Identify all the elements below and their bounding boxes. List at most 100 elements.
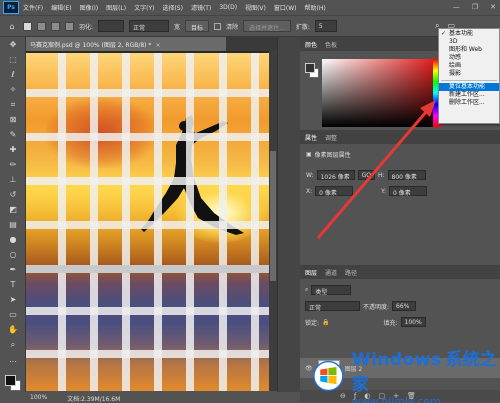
document-tab-bar: 马赛克案例.psd @ 100% (图层 2, RGB/8) * ×	[26, 37, 296, 51]
subtract-selection-icon[interactable]	[51, 21, 60, 31]
blend-row: 正常 不透明度: 66%	[305, 301, 417, 312]
menu-file[interactable]: 文件(F)	[23, 3, 43, 12]
new-workspace-item[interactable]: 新建工作区...	[439, 91, 499, 99]
watermark-url: www.bjjmlv.com	[351, 394, 441, 403]
close-tab-icon[interactable]: ×	[155, 42, 160, 49]
document-tab[interactable]: 马赛克案例.psd @ 100% (图层 2, RGB/8) * ×	[26, 37, 226, 51]
tab-paths[interactable]: 路径	[345, 268, 357, 277]
menu-filter[interactable]: 滤镜(T)	[191, 3, 211, 12]
more-tools-icon[interactable]: …	[0, 352, 26, 367]
menu-3d[interactable]: 3D(D)	[219, 4, 237, 11]
zoom-level[interactable]: 100%	[30, 394, 47, 401]
feather-input[interactable]	[98, 20, 125, 32]
visibility-eye-icon[interactable]: 👁	[305, 365, 313, 372]
blend-mode-select[interactable]: 正常	[305, 301, 360, 312]
scrollbar-thumb[interactable]	[270, 151, 276, 281]
panel-fg-swatch[interactable]	[305, 63, 315, 73]
maximize-button[interactable]: ❐	[472, 3, 478, 11]
eraser-tool-icon[interactable]: ◩	[0, 202, 26, 217]
tab-channels[interactable]: 通道	[325, 268, 337, 277]
move-tool-icon[interactable]: ✥	[0, 37, 26, 52]
y-field[interactable]: 0 像素	[389, 186, 428, 197]
vertical-scrollbar[interactable]	[269, 51, 277, 391]
x-field[interactable]: 0 像素	[315, 186, 354, 197]
filter-search-icon: ⌕	[305, 286, 309, 293]
path-select-tool-icon[interactable]: ➤	[0, 292, 26, 307]
workspace-item-essentials[interactable]: 基本功能	[439, 30, 499, 38]
brush-tool-icon[interactable]: ✏	[0, 157, 26, 172]
lock-row: 锁定: 🔒 填充: 100%	[305, 317, 426, 327]
intersect-selection-icon[interactable]	[65, 21, 74, 31]
grid-line	[26, 89, 269, 97]
workspace-item-painting[interactable]: 绘画	[439, 62, 499, 70]
magic-wand-tool-icon[interactable]: ✧	[0, 82, 26, 97]
foreground-color-swatch[interactable]	[5, 375, 16, 386]
fill-field[interactable]: 100%	[400, 317, 426, 327]
grid-line	[26, 177, 269, 185]
lasso-tool-icon[interactable]: ℓ	[0, 67, 26, 82]
grid-line	[26, 307, 269, 315]
type-tool-icon[interactable]: T	[0, 277, 26, 292]
link-icon[interactable]: GO	[357, 170, 375, 180]
grid-line	[26, 265, 269, 273]
workspace-item-graphics-web[interactable]: 图形和 Web	[439, 46, 499, 54]
workspace-item-photography[interactable]: 摄影	[439, 70, 499, 78]
delete-workspace-item[interactable]: 删除工作区...	[439, 99, 499, 107]
blur-tool-icon[interactable]: ●	[0, 232, 26, 247]
menu-bar: Ps 文件(F) 编辑(E) 图像(I) 图层(L) 文字(Y) 选择(S) 滤…	[0, 0, 500, 15]
gradient-tool-icon[interactable]: ▤	[0, 217, 26, 232]
menu-separator	[441, 80, 497, 81]
new-selection-icon[interactable]	[23, 21, 32, 31]
close-button[interactable]: ✕	[490, 3, 496, 11]
zoom-tool-icon[interactable]: ⌕	[0, 337, 26, 352]
heal-tool-icon[interactable]: ✚	[0, 142, 26, 157]
clear-checkbox[interactable]	[214, 22, 222, 30]
menu-image[interactable]: 图像(I)	[80, 3, 98, 12]
workspace-item-3d[interactable]: 3D	[439, 38, 499, 46]
select-mask-button[interactable]: 选择并遮住...	[243, 20, 291, 32]
frame-tool-icon[interactable]: ⊠	[0, 112, 26, 127]
watermark-title: Windows	[351, 349, 442, 370]
properties-panel: 属性 调整 ▣ 像素图层属性 W: 1026 像素 GO H: 800 像素 X…	[300, 130, 500, 265]
crop-tool-icon[interactable]: ⌗	[0, 97, 26, 112]
menu-type[interactable]: 文字(Y)	[134, 3, 154, 12]
stamp-tool-icon[interactable]: ⊥	[0, 172, 26, 187]
grid-line	[26, 133, 269, 141]
color-picker-field[interactable]	[322, 59, 440, 127]
eyedropper-tool-icon[interactable]: ✎	[0, 127, 26, 142]
tab-adjustments[interactable]: 调整	[325, 133, 337, 142]
menu-layer[interactable]: 图层(L)	[106, 3, 126, 12]
home-icon[interactable]: ⌂	[6, 20, 18, 32]
menu-view[interactable]: 视图(V)	[245, 3, 266, 12]
pen-tool-icon[interactable]: ✒	[0, 262, 26, 277]
tab-properties[interactable]: 属性	[305, 133, 317, 142]
doc-size: 文档:2.39M/16.6M	[67, 396, 121, 403]
lock-icon[interactable]: 🔒	[322, 319, 329, 326]
dodge-tool-icon[interactable]: ○	[0, 247, 26, 262]
window-controls: — ❐ ✕	[453, 3, 496, 11]
hand-tool-icon[interactable]: ✋	[0, 322, 26, 337]
tab-layers[interactable]: 图层	[305, 268, 317, 277]
opacity-label: 不透明度:	[363, 303, 390, 311]
tab-color[interactable]: 颜色	[305, 40, 317, 49]
menu-window[interactable]: 窗口(W)	[274, 3, 297, 12]
menu-help[interactable]: 帮助(H)	[305, 3, 326, 12]
layer-filter-select[interactable]: 类型	[311, 285, 352, 296]
menu-select[interactable]: 选择(S)	[162, 3, 183, 12]
expand-select[interactable]: 5	[314, 20, 337, 32]
canvas-area[interactable]	[26, 51, 269, 391]
flip-button[interactable]: 目标	[185, 20, 210, 32]
menu-edit[interactable]: 编辑(E)	[51, 3, 71, 12]
tab-swatches[interactable]: 色板	[325, 40, 337, 49]
opacity-field[interactable]: 66%	[392, 301, 417, 311]
reset-workspace-item[interactable]: 复位基本功能	[439, 83, 499, 91]
workspace-item-motion[interactable]: 动感	[439, 54, 499, 62]
width-field[interactable]: 1026 像素	[316, 170, 355, 181]
shape-tool-icon[interactable]: ▭	[0, 307, 26, 322]
height-field[interactable]: 800 像素	[387, 170, 426, 181]
add-selection-icon[interactable]	[37, 21, 46, 31]
mode-select[interactable]: 正常	[129, 20, 170, 32]
marquee-tool-icon[interactable]: ⬚	[0, 52, 26, 67]
history-brush-tool-icon[interactable]: ↺	[0, 187, 26, 202]
minimize-button[interactable]: —	[453, 3, 460, 11]
